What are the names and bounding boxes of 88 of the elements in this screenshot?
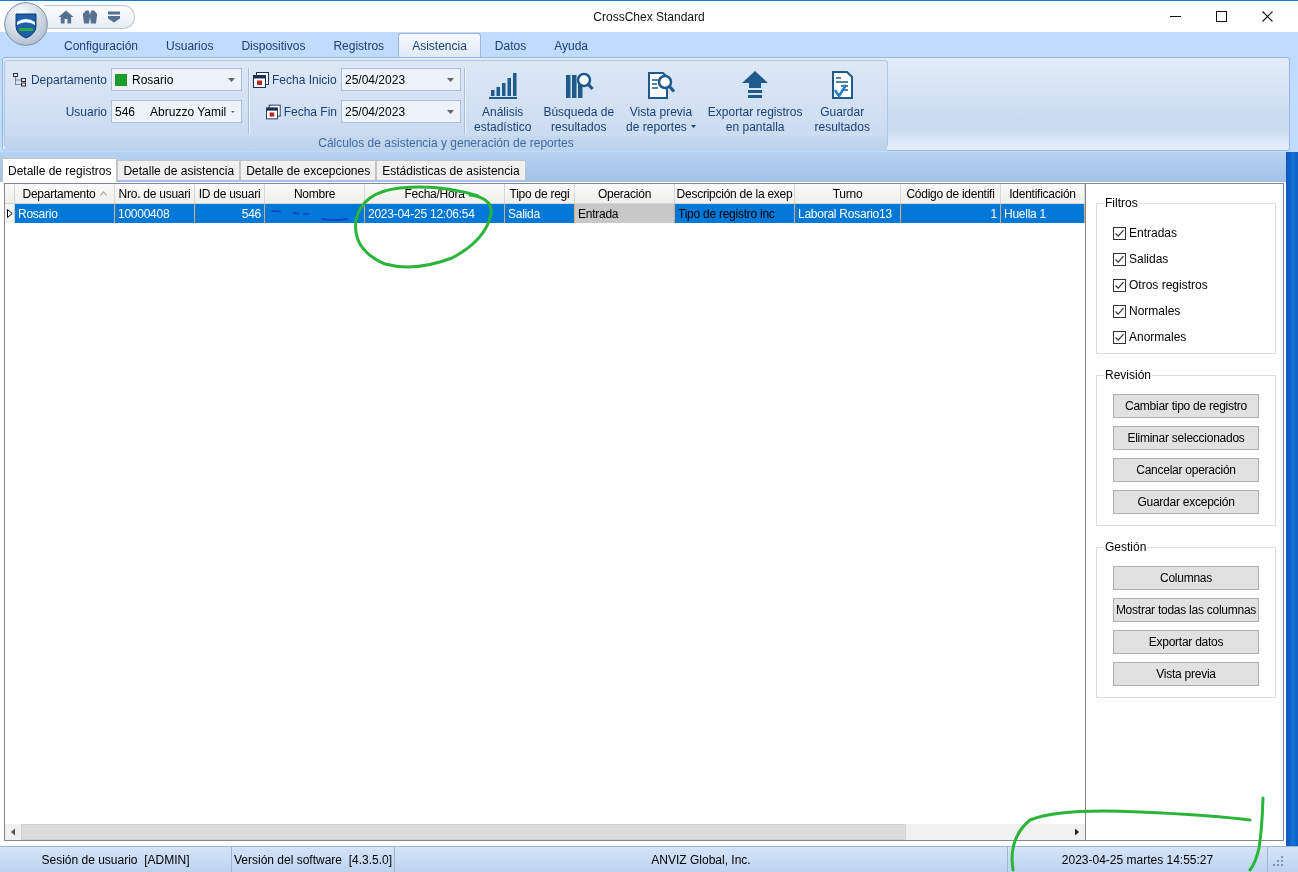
panel-button[interactable]: Guardar excepción (1113, 490, 1259, 514)
panel-button[interactable]: Cancelar operación (1113, 458, 1259, 482)
table-cell: Entrada (575, 204, 675, 223)
department-dropdown[interactable]: Rosario (111, 68, 242, 91)
checkbox[interactable] (1113, 330, 1126, 344)
checkbox-label[interactable]: Otros registros (1129, 278, 1208, 292)
ribbon-tab[interactable]: Ayuda (540, 33, 602, 57)
ribbon-tab[interactable]: Datos (480, 33, 541, 57)
department-label: Departamento (30, 72, 107, 87)
group-title: Cálculos de asistencia y generación de reportes (5, 136, 887, 151)
document-tab[interactable]: Estádisticas de asistencia (376, 160, 526, 180)
table-cell: Rosario (15, 204, 115, 223)
tree-icon (12, 72, 28, 87)
user-dropdown[interactable]: 546 Abruzzo Yamil (111, 100, 242, 123)
column-header[interactable]: Nombre (265, 184, 365, 204)
report-preview-button[interactable]: Vista previa de reportes (620, 68, 702, 136)
table-cell: 2023-04-25 12:06:54 (365, 204, 505, 223)
resize-grip-icon[interactable] (1273, 856, 1284, 867)
minimize-icon (1169, 16, 1181, 17)
column-header[interactable]: Descripción de la exep (675, 184, 795, 204)
column-header[interactable]: Operación (575, 184, 675, 204)
document-tab[interactable]: Detalle de registros (2, 158, 118, 182)
export-button[interactable]: Exportar registros en pantalla (701, 68, 809, 136)
table-cell: 10000408 (115, 204, 195, 223)
ribbon-tab[interactable]: Usuarios (152, 33, 228, 57)
close-icon (1261, 11, 1273, 22)
date-field[interactable]: 25/04/2023 (341, 100, 461, 123)
checkbox[interactable] (1113, 304, 1126, 318)
document-tab[interactable]: Detalle de asistencia (117, 160, 241, 180)
panel-button[interactable]: Mostrar todas las columnas (1113, 598, 1259, 622)
document-tab[interactable]: Detalle de excepciones (240, 160, 377, 180)
column-header[interactable]: Código de identifi (901, 184, 1001, 204)
dropdown-arrow-icon (447, 109, 454, 114)
checkbox[interactable] (1113, 226, 1126, 240)
window-title: CrossChex Standard (593, 9, 705, 24)
table-cell: Huella 1 (1001, 204, 1085, 223)
group-legend: Revisión (1104, 368, 1153, 382)
column-header[interactable]: Nro. de usuari (115, 184, 195, 204)
end-date-label: Fecha Fin (283, 104, 337, 119)
user-label: Usuario (65, 104, 107, 119)
ribbon-tab[interactable]: Registros (319, 33, 399, 57)
column-header[interactable]: Turno (795, 184, 901, 204)
row-header-corner (5, 184, 15, 204)
panel-button[interactable]: Columnas (1113, 566, 1259, 590)
status-panel: ANVIZ Global, Inc. (395, 847, 1008, 872)
document-magnifier-icon (645, 69, 676, 100)
checkbox[interactable] (1113, 252, 1126, 266)
panel-button[interactable]: Eliminar seleccionados (1113, 426, 1259, 450)
checkbox-label[interactable]: Entradas (1129, 226, 1178, 240)
start-date-label: Fecha Inicio (272, 72, 337, 87)
checkbox[interactable] (1113, 278, 1126, 292)
panel-button[interactable]: Cambiar tipo de registro (1113, 394, 1259, 418)
dropdown-arrow-icon (228, 77, 235, 82)
maximize-icon (1215, 11, 1227, 22)
column-header[interactable]: Departamento (15, 184, 115, 204)
column-header[interactable]: ID de usuari (195, 184, 265, 204)
jacket-icon[interactable] (82, 8, 98, 25)
column-header[interactable]: Identificación (1001, 184, 1085, 204)
status-panel: 2023-04-25 martes 14:55:27 (1008, 847, 1268, 872)
group-legend: Filtros (1104, 196, 1139, 210)
scrollbar-thumb[interactable] (21, 824, 906, 840)
save-results-button[interactable]: Guardar resultados (808, 68, 876, 136)
home-icon[interactable] (58, 8, 74, 25)
table-cell: Tipo de registro inc (675, 204, 795, 223)
horizontal-scrollbar[interactable] (5, 824, 1085, 840)
table-cell: Laboral Rosario13 (795, 204, 901, 223)
dropdown-arrow-icon (447, 77, 454, 82)
statistics-button[interactable]: Análisis estadístico (468, 68, 538, 136)
panel-button[interactable]: Exportar datos (1113, 630, 1259, 654)
search-results-button[interactable]: Búsqueda de resultados (537, 68, 621, 136)
calendar-icon (266, 103, 281, 120)
group-legend: Gestión (1104, 540, 1148, 554)
status-panel: Versión del software [4.3.5.0] (232, 847, 395, 872)
toolbar-dropdown-icon[interactable] (106, 10, 122, 23)
ribbon-tab[interactable]: Dispositivos (227, 33, 320, 57)
table-cell: 546 (195, 204, 265, 223)
ribbon-tab[interactable]: Asistencia (398, 33, 481, 57)
column-header[interactable]: Tipo de regi (505, 184, 575, 204)
calendar-icon (253, 71, 269, 88)
ribbon-tab[interactable]: Configuración (50, 33, 153, 57)
table-row[interactable]: Rosario 10000408 546 2023-04-25 12:06:54 Salida Entrada Tipo de registro inc Laboral Rosario13 1 Huella 1 (5, 204, 1085, 223)
date-field[interactable]: 25/04/2023 (341, 68, 461, 91)
status-panel: Sesión de usuario [ADMIN] (0, 847, 232, 872)
checkbox-label[interactable]: Salidas (1129, 252, 1169, 266)
table-cell: 1 (901, 204, 1001, 223)
checkbox-label[interactable]: Normales (1129, 304, 1181, 318)
panel-button[interactable]: Vista previa (1113, 662, 1259, 686)
checkbox-label[interactable]: Anormales (1129, 330, 1187, 344)
